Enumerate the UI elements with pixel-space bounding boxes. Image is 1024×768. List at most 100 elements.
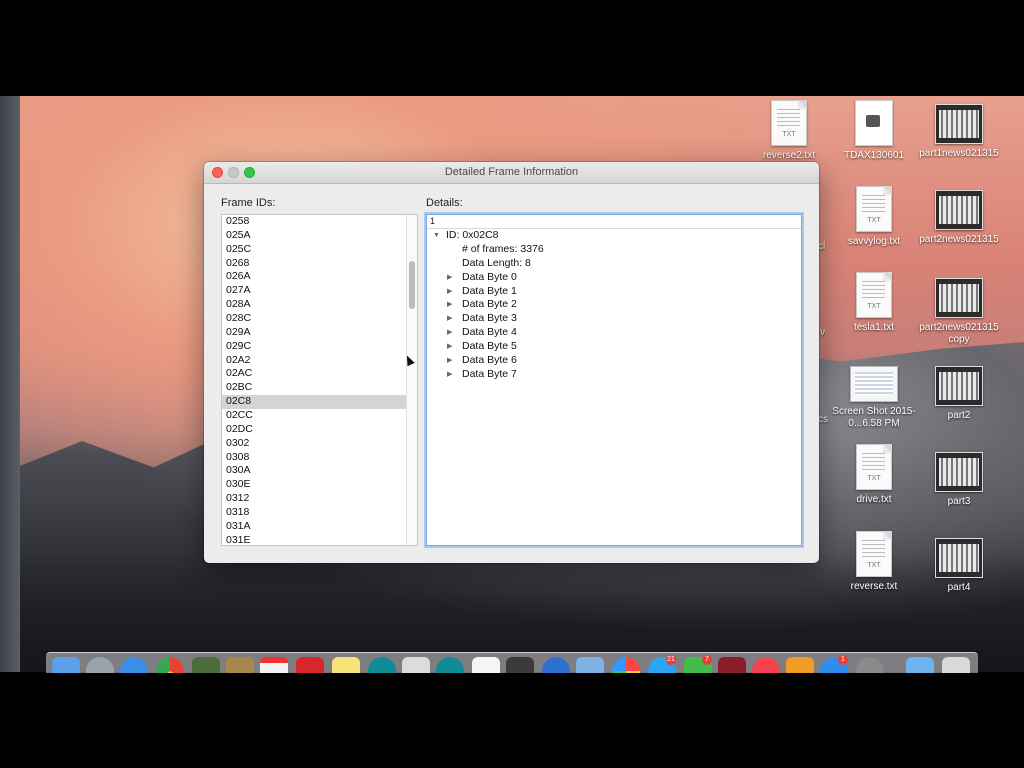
frame-id-item[interactable]: 029C: [222, 340, 407, 354]
desktop-partial-label: v: [820, 327, 825, 338]
desktop-icon-part4[interactable]: part4: [915, 538, 1003, 594]
tree-row-data-byte[interactable]: ▶ Data Byte 6: [427, 354, 801, 368]
title-bar[interactable]: Detailed Frame Information: [204, 162, 819, 184]
disclosure-collapsed-icon[interactable]: ▶: [447, 298, 452, 312]
details-tree[interactable]: 1 ▼ ID: 0x02C8 # of frames: 3376 Data Le…: [426, 214, 802, 546]
disclosure-collapsed-icon[interactable]: ▶: [447, 354, 452, 368]
frame-id-item[interactable]: 027A: [222, 284, 407, 298]
scrollbar-thumb[interactable]: [409, 261, 415, 309]
text-file-icon: TXT: [856, 444, 892, 490]
preview-icon[interactable]: [576, 657, 604, 673]
app-icon-document[interactable]: [402, 657, 430, 673]
notification-badge: 1: [838, 655, 848, 665]
chrome-icon[interactable]: [156, 657, 184, 673]
disclosure-collapsed-icon[interactable]: ▶: [447, 326, 452, 340]
frame-id-item[interactable]: 02CC: [222, 409, 407, 423]
desktop-icon-label: reverse2.txt: [762, 150, 816, 161]
app-icon-red[interactable]: [296, 657, 324, 673]
desktop-icon-part2[interactable]: part2: [915, 366, 1003, 422]
app-store-icon[interactable]: 1: [820, 655, 848, 673]
frame-id-item[interactable]: 02AC: [222, 367, 407, 381]
messages-icon[interactable]: 21: [648, 655, 676, 673]
tree-row-root[interactable]: ▼ ID: 0x02C8: [427, 229, 801, 243]
tree-row-data-byte[interactable]: ▶ Data Byte 1: [427, 285, 801, 299]
frame-id-item[interactable]: 0318: [222, 506, 407, 520]
frame-id-item[interactable]: 02A2: [222, 354, 407, 368]
ibooks-icon[interactable]: [786, 657, 814, 673]
frame-id-item[interactable]: 030E: [222, 478, 407, 492]
frame-id-item[interactable]: 02DC: [222, 423, 407, 437]
frame-id-item[interactable]: 031E: [222, 534, 407, 545]
disclosure-collapsed-icon[interactable]: ▶: [447, 368, 452, 382]
disclosure-collapsed-icon[interactable]: ▶: [447, 271, 452, 285]
frame-info-window: Detailed Frame Information Frame IDs: De…: [204, 162, 819, 563]
desktop-icon-part1news[interactable]: part1news021315: [915, 104, 1003, 160]
tree-row-data-byte[interactable]: ▶ Data Byte 2: [427, 298, 801, 312]
tree-row-frames[interactable]: # of frames: 3376: [427, 243, 801, 257]
frame-id-item[interactable]: 025A: [222, 229, 407, 243]
photos-icon[interactable]: [612, 657, 640, 673]
frame-id-item[interactable]: 0312: [222, 492, 407, 506]
disclosure-collapsed-icon[interactable]: ▶: [447, 312, 452, 326]
itunes-icon[interactable]: [752, 657, 780, 673]
launchpad-icon[interactable]: [86, 657, 114, 673]
frame-id-item[interactable]: 02C8: [222, 395, 407, 410]
tree-root-label: ID: 0x02C8: [446, 229, 499, 241]
frame-id-item[interactable]: 0268: [222, 257, 407, 271]
image-file-icon: [935, 538, 983, 578]
stickies-icon[interactable]: [332, 657, 360, 673]
app-icon-game[interactable]: [192, 657, 220, 673]
frame-id-item[interactable]: 029A: [222, 326, 407, 340]
tree-row-data-byte[interactable]: ▶ Data Byte 3: [427, 312, 801, 326]
frame-id-item[interactable]: 0302: [222, 437, 407, 451]
tree-row-data-byte[interactable]: ▶ Data Byte 0: [427, 271, 801, 285]
folder-icon[interactable]: [906, 657, 934, 673]
details-filter-input[interactable]: 1: [427, 215, 801, 229]
tree-row-data-byte[interactable]: ▶ Data Byte 7: [427, 368, 801, 382]
frame-id-item[interactable]: 031A: [222, 520, 407, 534]
calendar-icon[interactable]: [260, 657, 288, 673]
system-preferences-icon[interactable]: [856, 657, 884, 673]
terminal-icon[interactable]: [506, 657, 534, 673]
desktop-icon-tdax[interactable]: TDAX130601: [830, 100, 918, 162]
desktop-icon-drive[interactable]: TXT drive.txt: [830, 444, 918, 506]
frame-id-item[interactable]: 030A: [222, 464, 407, 478]
frame-id-item[interactable]: 0308: [222, 451, 407, 465]
facetime-icon[interactable]: 7: [684, 655, 712, 673]
frame-id-list[interactable]: 0258 025A 025C 0268 026A 027A 028A 028C 029A 029C…: [221, 214, 418, 546]
desktop-icon-tesla1[interactable]: TXT tesla1.txt: [830, 272, 918, 334]
desktop-icon-label: drive.txt: [856, 494, 892, 505]
dock: 21 7 1: [46, 652, 978, 673]
frame-list-scrollbar[interactable]: [406, 215, 417, 545]
arduino-icon[interactable]: [368, 657, 396, 673]
app-icon-notes-book[interactable]: [226, 657, 254, 673]
desktop-icon-part2news[interactable]: part2news021315: [915, 190, 1003, 246]
tree-row-data-length[interactable]: Data Length: 8: [427, 257, 801, 271]
arduino-icon-2[interactable]: [436, 657, 464, 673]
frame-id-item[interactable]: 028C: [222, 312, 407, 326]
disclosure-collapsed-icon[interactable]: ▶: [447, 285, 452, 299]
frame-id-item[interactable]: 028A: [222, 298, 407, 312]
desktop-icon-screenshot[interactable]: Screen Shot 2015-0...6.58 PM: [830, 366, 918, 430]
trash-icon[interactable]: [942, 657, 970, 673]
safari-icon[interactable]: [120, 657, 148, 673]
tree-row-data-byte[interactable]: ▶ Data Byte 5: [427, 340, 801, 354]
window-title: Detailed Frame Information: [444, 166, 579, 178]
desktop-icon-reverse2[interactable]: TXT reverse2.txt: [745, 100, 833, 162]
disclosure-collapsed-icon[interactable]: ▶: [447, 340, 452, 354]
desktop-icon-part3[interactable]: part3: [915, 452, 1003, 508]
desktop-icon-savvylog[interactable]: TXT savvylog.txt: [830, 186, 918, 248]
document-icon: [855, 100, 893, 146]
photo-booth-icon[interactable]: [718, 657, 746, 673]
disclosure-expanded-icon[interactable]: ▼: [433, 229, 440, 243]
frame-id-item[interactable]: 0258: [222, 215, 407, 229]
frame-id-item[interactable]: 025C: [222, 243, 407, 257]
app-icon-blue-circle[interactable]: [542, 657, 570, 673]
tree-row-data-byte[interactable]: ▶ Data Byte 4: [427, 326, 801, 340]
desktop-icon-reverse[interactable]: TXT reverse.txt: [830, 531, 918, 593]
frame-id-item[interactable]: 026A: [222, 270, 407, 284]
frame-id-item[interactable]: 02BC: [222, 381, 407, 395]
desktop-icon-part2news-copy[interactable]: part2news021315 copy: [915, 278, 1003, 346]
finder-icon[interactable]: [52, 657, 80, 673]
textedit-icon[interactable]: [472, 657, 500, 673]
